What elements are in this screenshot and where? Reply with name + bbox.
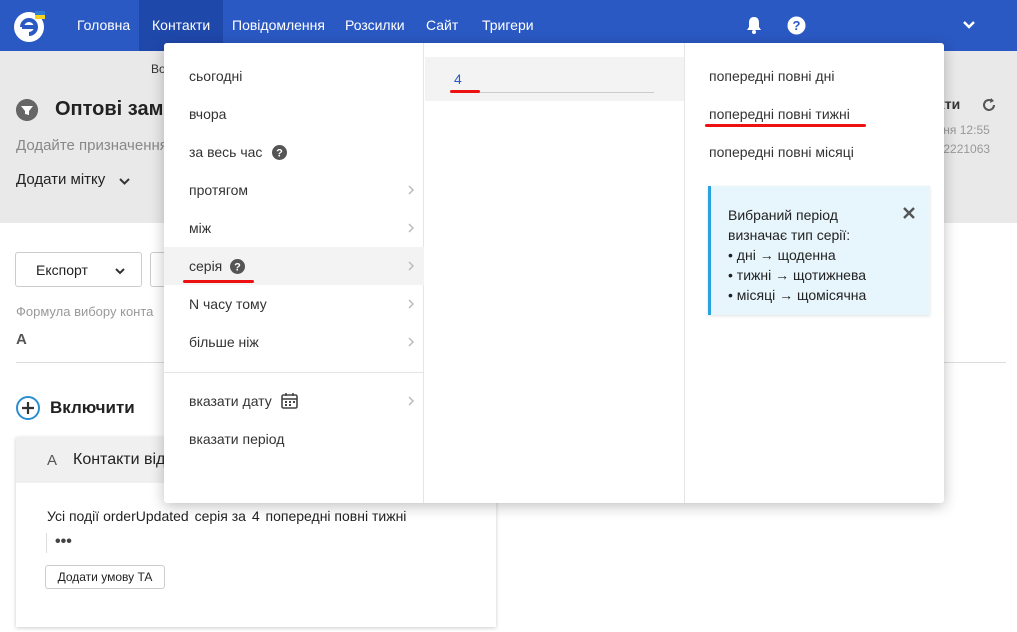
period-column: попередні повні дні попередні повні тижн… — [685, 43, 944, 503]
option-label: вказати дату — [189, 393, 272, 409]
add-tag-button[interactable]: Додати мітку — [16, 171, 105, 188]
nav-home[interactable]: Головна — [77, 0, 130, 51]
info-line: • тижні → щотижнева — [728, 267, 867, 283]
option-yesterday[interactable]: вчора — [164, 95, 424, 133]
svg-text:?: ? — [234, 262, 241, 274]
info-line: Вибраний період — [728, 207, 838, 223]
info-text: Вибраний період визначає тип серії: • дн… — [728, 205, 866, 305]
chevron-right-icon — [408, 299, 415, 309]
chevron-down-icon — [115, 268, 125, 275]
highlight-underline — [183, 280, 254, 283]
close-icon[interactable] — [903, 207, 915, 219]
option-label: між — [189, 220, 212, 236]
condition-count[interactable]: 4 — [252, 508, 260, 524]
option-between[interactable]: між — [164, 209, 424, 247]
include-label: Включити — [50, 398, 135, 417]
condition-text[interactable]: Усі події orderUpdated серія за 4 попере… — [47, 508, 408, 524]
help-icon[interactable]: ? — [272, 145, 287, 160]
condition-period[interactable]: попередні повні тижні — [266, 508, 407, 524]
condition-prefix: Усі події orderUpdated — [47, 508, 189, 524]
filter-icon — [16, 99, 38, 121]
option-label: N часу тому — [189, 296, 267, 312]
option-n-time-ago[interactable]: N часу тому — [164, 285, 424, 323]
period-days[interactable]: попередні повні дні — [709, 68, 834, 84]
formula-value: A — [16, 331, 27, 348]
condition-series[interactable]: серія за — [195, 508, 246, 524]
chevron-right-icon — [408, 261, 415, 271]
menu-separator — [164, 372, 424, 373]
option-label: більше ніж — [189, 334, 259, 350]
chevron-down-icon[interactable] — [962, 18, 976, 32]
help-icon[interactable]: ? — [787, 16, 806, 35]
help-icon[interactable]: ? — [230, 259, 245, 274]
export-button-label: Експорт — [36, 262, 88, 278]
chevron-right-icon — [408, 185, 415, 195]
plus-circle-icon[interactable] — [16, 396, 40, 420]
info-line: • місяці → щомісячна — [728, 287, 867, 303]
period-weeks[interactable]: попередні повні тижні — [709, 106, 850, 122]
count-row: 4 — [425, 57, 684, 101]
option-specify-date[interactable]: вказати дату — [164, 382, 424, 420]
chevron-right-icon — [408, 223, 415, 233]
date-filter-dropdown: сьогодні вчора за весь час ? протягом мі… — [164, 43, 944, 503]
period-months[interactable]: попередні повні місяці — [709, 144, 854, 160]
option-label: протягом — [189, 182, 249, 198]
export-button[interactable]: Експорт — [15, 252, 142, 287]
option-all-time[interactable]: за весь час ? — [164, 133, 424, 171]
chevron-right-icon — [408, 396, 415, 406]
option-label: серія — [189, 258, 223, 274]
chevron-right-icon — [408, 337, 415, 347]
option-label: вчора — [189, 106, 227, 122]
option-specify-period[interactable]: вказати період — [164, 420, 424, 458]
add-condition-button[interactable]: Додати умову ТА — [45, 565, 165, 589]
option-today[interactable]: сьогодні — [164, 57, 424, 95]
highlight-underline — [705, 124, 866, 127]
option-label: вказати період — [189, 431, 285, 447]
formula-label: Формула вибору конта — [16, 304, 154, 319]
card-title: Контакти від — [73, 451, 165, 468]
option-label: за весь час — [189, 144, 263, 160]
more-options-button[interactable]: ••• — [46, 533, 76, 553]
highlight-underline — [450, 90, 480, 93]
info-line: визначає тип серії: — [728, 227, 851, 243]
esputnik-logo-icon[interactable] — [13, 9, 47, 43]
option-label: сьогодні — [189, 68, 243, 84]
description-field[interactable]: Додайте призначення — [16, 137, 164, 154]
svg-text:?: ? — [276, 148, 283, 160]
page-title: Оптові зам — [55, 98, 164, 120]
option-during[interactable]: протягом — [164, 171, 424, 209]
svg-text:?: ? — [793, 18, 801, 33]
refresh-icon[interactable] — [982, 98, 996, 112]
option-more-than[interactable]: більше ніж — [164, 323, 424, 361]
count-input[interactable]: 4 — [454, 71, 654, 93]
count-column: 4 — [425, 43, 685, 503]
calendar-icon — [281, 393, 298, 409]
bell-icon[interactable] — [745, 16, 763, 34]
info-line: • дні → щоденна — [728, 247, 836, 263]
chevron-down-icon[interactable] — [118, 175, 131, 188]
card-letter: A — [47, 452, 58, 469]
series-info-box: Вибраний період визначає тип серії: • дн… — [708, 186, 930, 315]
date-mode-list: сьогодні вчора за весь час ? протягом мі… — [164, 43, 424, 503]
